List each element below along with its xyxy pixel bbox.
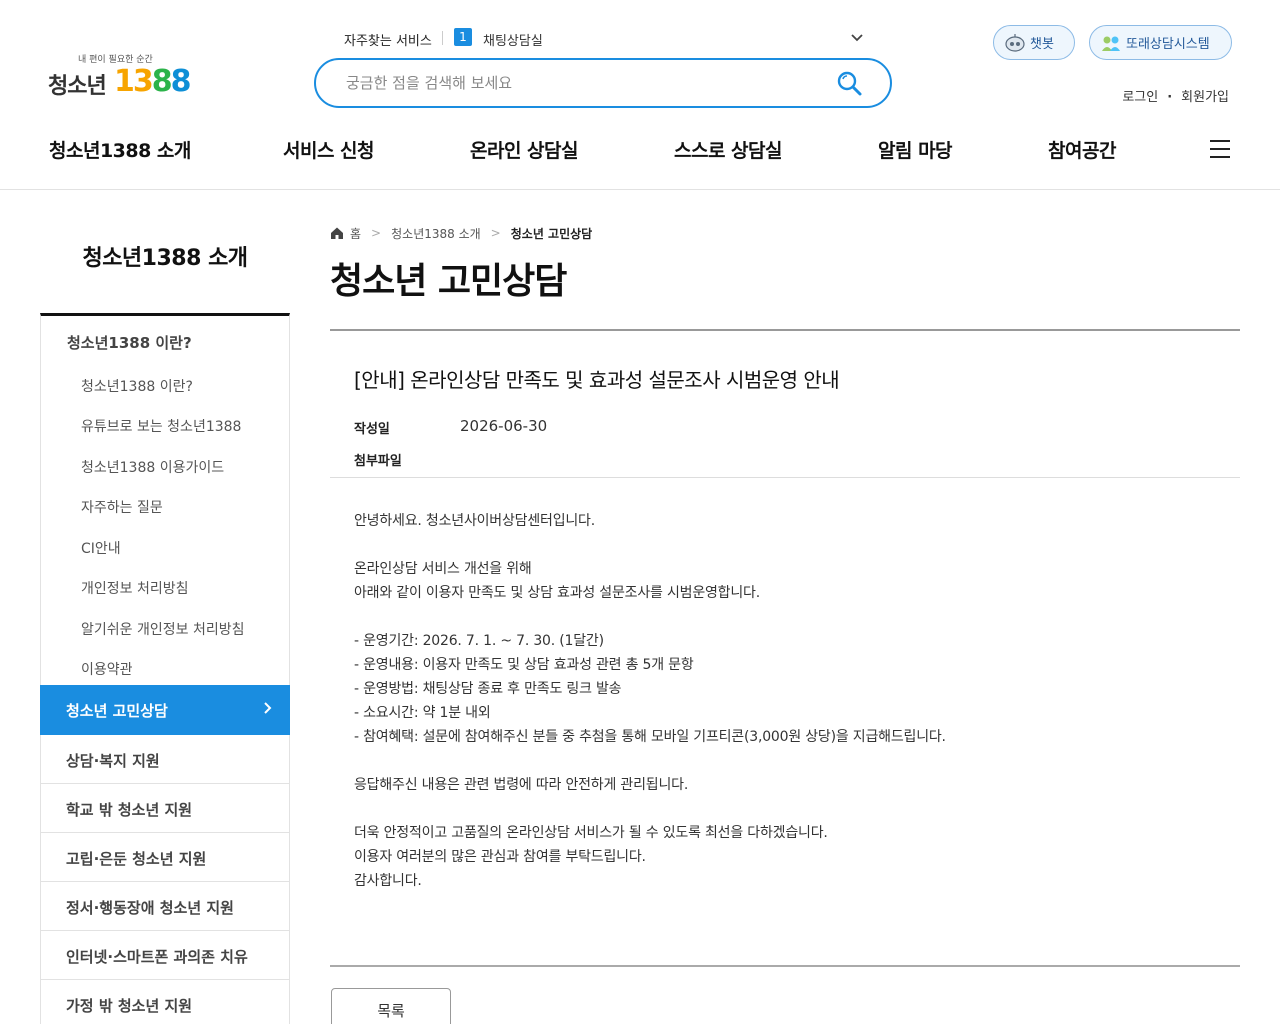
gnb-item-self-counsel[interactable]: 스스로 상담실	[674, 136, 783, 163]
main-navigation: 청소년1388 소개 서비스 신청 온라인 상담실 스스로 상담실 알림 마당 …	[0, 136, 1280, 166]
sidebar-item-label: 정서·행동장애 청소년 지원	[66, 899, 234, 917]
sidebar-item[interactable]: 고립·은둔 청소년 지원	[41, 833, 289, 882]
sidebar-subitem[interactable]: CI안내	[81, 538, 121, 558]
sidebar-subitem[interactable]: 알기쉬운 개인정보 처리방침	[81, 619, 244, 639]
sidebar-item[interactable]: 정서·행동장애 청소년 지원	[41, 882, 289, 931]
sidebar-subitem[interactable]: 청소년1388 이용가이드	[81, 457, 224, 477]
body-line: - 운영내용: 이용자 만족도 및 상담 효과성 관련 총 5개 문항	[354, 657, 694, 673]
divider	[330, 477, 1240, 478]
sidebar-subitem[interactable]: 청소년1388 이란?	[81, 376, 193, 396]
chevron-right-icon: >	[371, 226, 382, 240]
breadcrumb: 홈 > 청소년1388 소개 > 청소년 고민상담	[330, 224, 592, 242]
sidebar-item[interactable]: 가정 밖 청소년 지원	[41, 980, 289, 1024]
body-line: 감사합니다.	[354, 873, 422, 889]
body-line: 아래와 같이 이용자 만족도 및 상담 효과성 설문조사를 시범운영합니다.	[354, 585, 760, 601]
attachment-label: 첨부파일	[354, 454, 402, 469]
gnb-item-online-counsel[interactable]: 온라인 상담실	[470, 136, 579, 163]
sidebar-item[interactable]: 학교 밖 청소년 지원	[41, 784, 289, 833]
body-line: - 운영기간: 2026. 7. 1. ~ 7. 30. (1달간)	[354, 633, 604, 649]
chatbot-button[interactable]: 챗봇	[993, 25, 1075, 60]
peer-counseling-button[interactable]: 또래상담시스템	[1089, 25, 1232, 60]
sidebar-nav: 청소년1388 이란? 청소년1388 이란? 유튜브로 보는 청소년1388 …	[40, 313, 290, 1024]
quick-services[interactable]: 자주찾는 서비스 1 채팅상담실	[344, 28, 866, 49]
body-line: 응답해주신 내용은 관련 법령에 따라 안전하게 관리됩니다.	[354, 777, 689, 793]
chevron-down-icon[interactable]	[848, 28, 866, 46]
body-line: 더욱 안정적이고 고품질의 온라인상담 서비스가 될 수 있도록 최선을 다하겠…	[354, 825, 828, 841]
breadcrumb-current: 청소년 고민상담	[510, 226, 593, 241]
logo-number: 1388	[114, 64, 191, 99]
peer-counseling-label: 또래상담시스템	[1126, 37, 1210, 52]
body-line: 안녕하세요. 청소년사이버상담센터입니다.	[354, 513, 595, 529]
search-icon[interactable]	[836, 70, 864, 98]
post-title: [안내] 온라인상담 만족도 및 효과성 설문조사 시범운영 안내	[354, 368, 840, 392]
robot-icon	[1004, 33, 1026, 53]
body-line: - 운영방법: 채팅상담 종료 후 만족도 링크 발송	[354, 681, 622, 697]
divider	[442, 31, 443, 45]
sidebar-item-label: 가정 밖 청소년 지원	[66, 997, 193, 1015]
body-line: - 소요시간: 약 1분 내외	[354, 705, 491, 721]
sidebar-title: 청소년1388 소개	[82, 246, 248, 271]
sidebar-item-label: 고립·은둔 청소년 지원	[66, 850, 207, 868]
gnb-item-notice[interactable]: 알림 마당	[878, 136, 953, 163]
site-logo[interactable]: 내 편이 필요한 순간 청소년 1388	[48, 50, 191, 100]
sidebar-subitem[interactable]: 자주하는 질문	[81, 497, 163, 517]
quick-services-label: 자주찾는 서비스	[344, 34, 432, 49]
post-date: 2026-06-30	[460, 417, 548, 435]
sidebar-group-label[interactable]: 청소년1388 이란?	[67, 332, 192, 353]
gnb-item-about[interactable]: 청소년1388 소개	[49, 136, 191, 163]
sidebar-item-label: 상담·복지 지원	[66, 752, 160, 770]
site-header: 내 편이 필요한 순간 청소년 1388 자주찾는 서비스 1 채팅상담실 궁금…	[0, 0, 1280, 190]
page-title: 청소년 고민상담	[330, 261, 567, 302]
chevron-right-icon: >	[490, 226, 501, 240]
sidebar-item[interactable]: 상담·복지 지원	[41, 735, 289, 784]
body-line: - 참여혜택: 설문에 참여해주신 분들 중 추첨을 통해 모바일 기프티콘(3…	[354, 729, 946, 745]
divider	[330, 965, 1240, 967]
login-link[interactable]: 로그인	[1122, 90, 1158, 105]
search-bar	[314, 58, 892, 108]
gnb-item-participation[interactable]: 참여공간	[1048, 136, 1116, 163]
quick-rank-badge: 1	[454, 28, 472, 46]
date-label: 작성일	[354, 422, 390, 437]
chevron-right-icon	[262, 700, 274, 720]
gnb-item-service[interactable]: 서비스 신청	[283, 136, 375, 163]
sidebar-subitem[interactable]: 이용약관	[81, 659, 133, 679]
sidebar-item-active[interactable]: 청소년 고민상담	[40, 685, 290, 735]
breadcrumb-level1[interactable]: 청소년1388 소개	[391, 225, 481, 242]
body-line: 이용자 여러분의 많은 관심과 참여를 부탁드립니다.	[354, 849, 646, 865]
account-links: 로그인 · 회원가입	[1119, 86, 1232, 105]
sidebar-subitem[interactable]: 유튜브로 보는 청소년1388	[81, 416, 241, 436]
chatbot-label: 챗봇	[1030, 37, 1054, 52]
sidebar-item[interactable]: 인터넷·스마트폰 과의존 치유	[41, 931, 289, 980]
signup-link[interactable]: 회원가입	[1181, 90, 1229, 105]
sidebar-subitem[interactable]: 개인정보 처리방침	[81, 578, 189, 598]
people-icon	[1100, 33, 1122, 53]
list-button[interactable]: 목록	[331, 988, 451, 1024]
menu-icon[interactable]	[1208, 140, 1232, 162]
home-icon[interactable]	[330, 226, 344, 240]
sidebar-item-label: 인터넷·스마트폰 과의존 치유	[66, 948, 248, 966]
search-input[interactable]	[346, 72, 806, 94]
divider	[330, 329, 1240, 331]
breadcrumb-home[interactable]: 홈	[350, 225, 361, 242]
logo-name: 청소년	[48, 74, 107, 99]
quick-service-item[interactable]: 채팅상담실	[483, 30, 543, 49]
separator-dot: ·	[1167, 90, 1173, 105]
sidebar-item-label: 학교 밖 청소년 지원	[66, 801, 193, 819]
body-line: 온라인상담 서비스 개선을 위해	[354, 561, 532, 577]
sidebar-item-label: 청소년 고민상담	[66, 702, 168, 720]
